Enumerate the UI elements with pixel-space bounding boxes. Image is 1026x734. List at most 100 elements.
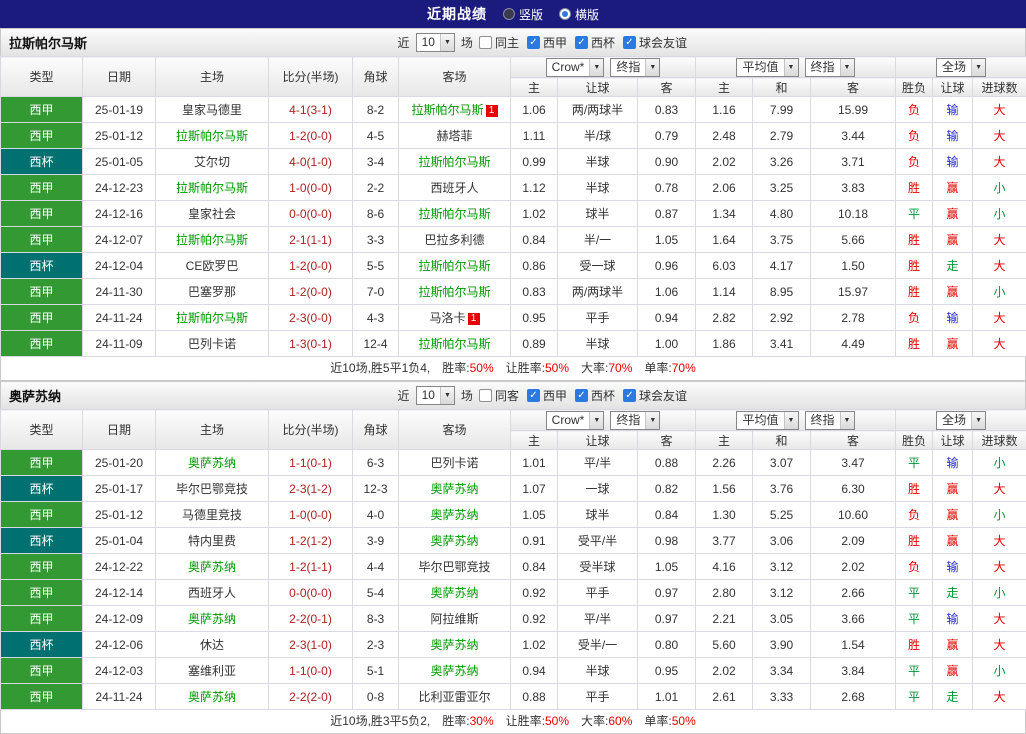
- team-name-link[interactable]: 拉斯帕尔马斯: [176, 129, 248, 143]
- team-name-link[interactable]: 巴塞罗那: [188, 285, 236, 299]
- filter-checkbox[interactable]: 同客: [479, 387, 519, 404]
- handicap-result: 输: [933, 554, 973, 580]
- team-name-link[interactable]: 奥萨苏纳: [430, 586, 478, 600]
- asian-odds-time-select[interactable]: 终指▼: [610, 58, 660, 77]
- filter-checkbox[interactable]: ✓球会友谊: [623, 387, 687, 404]
- team-name-link[interactable]: 毕尔巴鄂竞技: [176, 482, 248, 496]
- checkbox-label: 球会友谊: [639, 387, 687, 404]
- bookmaker-select[interactable]: Crow*▼: [546, 58, 605, 77]
- away-team: 奥萨苏纳: [399, 528, 511, 554]
- team-name-link[interactable]: 休达: [200, 638, 224, 652]
- euro-away-odds: 2.78: [811, 305, 896, 331]
- filter-checkbox[interactable]: ✓西杯: [575, 387, 615, 404]
- match-count-select[interactable]: 10▼: [416, 386, 455, 405]
- euro-odds-time-select[interactable]: 终指▼: [805, 58, 855, 77]
- team-name-link[interactable]: 拉斯帕尔马斯: [418, 337, 490, 351]
- team-name-link[interactable]: 巴列卡诺: [430, 456, 478, 470]
- layout-radio-horizontal[interactable]: 横版: [559, 6, 599, 23]
- team-name-link[interactable]: 奥萨苏纳: [430, 534, 478, 548]
- match-result: 平: [896, 450, 933, 476]
- period-select[interactable]: 全场▼: [936, 411, 986, 430]
- layout-radio-vertical[interactable]: 竖版: [503, 6, 543, 23]
- team-name-link[interactable]: 拉斯帕尔马斯: [418, 259, 490, 273]
- match-score: 4-0(1-0): [269, 149, 353, 175]
- team-name-link[interactable]: 奥萨苏纳: [430, 664, 478, 678]
- match-score: 2-2(2-0): [269, 684, 353, 710]
- period-select[interactable]: 全场▼: [936, 58, 986, 77]
- match-date: 25-01-04: [83, 528, 156, 554]
- filter-checkbox[interactable]: ✓球会友谊: [623, 34, 687, 51]
- team-name-link[interactable]: 马德里竞技: [182, 508, 242, 522]
- euro-odds-source-select[interactable]: 平均值▼: [736, 58, 798, 77]
- col-corners: 角球: [353, 410, 399, 450]
- league-type-badge: 西甲: [1, 331, 83, 357]
- dropdown-arrow-icon: ▼: [784, 412, 798, 429]
- team-name-link[interactable]: 拉斯帕尔马斯: [411, 103, 483, 117]
- team-name-link[interactable]: 奥萨苏纳: [188, 690, 236, 704]
- bookmaker-select[interactable]: Crow*▼: [546, 411, 605, 430]
- match-count-select[interactable]: 10▼: [416, 33, 455, 52]
- col-date: 日期: [83, 57, 156, 97]
- team-name-link[interactable]: 奥萨苏纳: [430, 638, 478, 652]
- team-name-link[interactable]: 艾尔切: [194, 155, 230, 169]
- away-team: 拉斯帕尔马斯1: [399, 97, 511, 123]
- dropdown-arrow-icon: ▼: [971, 412, 985, 429]
- team-name-link[interactable]: 毕尔巴鄂竞技: [418, 560, 490, 574]
- team-name-link[interactable]: 皇家马德里: [182, 103, 242, 117]
- team-name-link[interactable]: 拉斯帕尔马斯: [418, 207, 490, 221]
- team-name-link[interactable]: 拉斯帕尔马斯: [176, 311, 248, 325]
- euro-home-odds: 6.03: [696, 253, 753, 279]
- team-name-link[interactable]: 特内里费: [188, 534, 236, 548]
- corner-count: 5-5: [353, 253, 399, 279]
- checkbox-icon: ✓: [575, 389, 588, 402]
- team-name-link[interactable]: 比利亚雷亚尔: [418, 690, 490, 704]
- asian-handicap: 平/半: [558, 450, 638, 476]
- match-result: 胜: [896, 227, 933, 253]
- match-result: 胜: [896, 528, 933, 554]
- team-name-link[interactable]: 拉斯帕尔马斯: [418, 155, 490, 169]
- team-name-link[interactable]: 奥萨苏纳: [430, 482, 478, 496]
- stat-value: 50%: [545, 361, 569, 375]
- team-name-link[interactable]: 巴列卡诺: [188, 337, 236, 351]
- summary-text: 近10场,胜5平1负4,: [330, 361, 430, 375]
- team-name-link[interactable]: 拉斯帕尔马斯: [176, 181, 248, 195]
- match-row: 西甲24-12-14西班牙人0-0(0-0)5-4奥萨苏纳0.92平手0.972…: [1, 580, 1026, 606]
- euro-away-odds: 2.68: [811, 684, 896, 710]
- match-row: 西杯25-01-05艾尔切4-0(1-0)3-4拉斯帕尔马斯0.99半球0.90…: [1, 149, 1026, 175]
- team-name-link[interactable]: 拉斯帕尔马斯: [418, 285, 490, 299]
- corner-count: 3-3: [353, 227, 399, 253]
- asian-odds-time-select[interactable]: 终指▼: [610, 411, 660, 430]
- team-name-link[interactable]: 巴拉多利德: [424, 233, 484, 247]
- filter-checkbox[interactable]: ✓西甲: [527, 387, 567, 404]
- corner-count: 12-4: [353, 331, 399, 357]
- team-name-link[interactable]: 皇家社会: [188, 207, 236, 221]
- euro-odds-time-select[interactable]: 终指▼: [805, 411, 855, 430]
- filter-checkbox[interactable]: 同主: [479, 34, 519, 51]
- team-name-link[interactable]: 马洛卡: [429, 311, 465, 325]
- asian-away-odds: 0.94: [638, 305, 696, 331]
- checkbox-group: 同客✓西甲✓西杯✓球会友谊: [479, 387, 687, 404]
- team-name-link[interactable]: 阿拉维斯: [430, 612, 478, 626]
- team-name-link[interactable]: CE欧罗巴: [186, 259, 239, 273]
- team-name-link[interactable]: 奥萨苏纳: [430, 508, 478, 522]
- team-name-link[interactable]: 西班牙人: [188, 586, 236, 600]
- asian-handicap: 一球: [558, 476, 638, 502]
- match-score: 1-1(0-1): [269, 450, 353, 476]
- handicap-result: 赢: [933, 658, 973, 684]
- asian-away-odds: 0.97: [638, 580, 696, 606]
- team-name-link[interactable]: 西班牙人: [430, 181, 478, 195]
- filter-checkbox[interactable]: ✓西甲: [527, 34, 567, 51]
- team-name-link[interactable]: 塞维利亚: [188, 664, 236, 678]
- near-label: 近: [398, 34, 410, 51]
- team-name-link[interactable]: 奥萨苏纳: [188, 456, 236, 470]
- filter-checkbox[interactable]: ✓西杯: [575, 34, 615, 51]
- corner-count: 3-4: [353, 149, 399, 175]
- euro-draw-odds: 4.17: [753, 253, 811, 279]
- filter-controls: 近 10▼ 场 同主✓西甲✓西杯✓球会友谊: [398, 33, 687, 52]
- euro-odds-source-select[interactable]: 平均值▼: [736, 411, 798, 430]
- team-name-link[interactable]: 奥萨苏纳: [188, 560, 236, 574]
- team-name-link[interactable]: 赫塔菲: [436, 129, 472, 143]
- team-name-link[interactable]: 奥萨苏纳: [188, 612, 236, 626]
- team-name-link[interactable]: 拉斯帕尔马斯: [176, 233, 248, 247]
- corner-count: 4-4: [353, 554, 399, 580]
